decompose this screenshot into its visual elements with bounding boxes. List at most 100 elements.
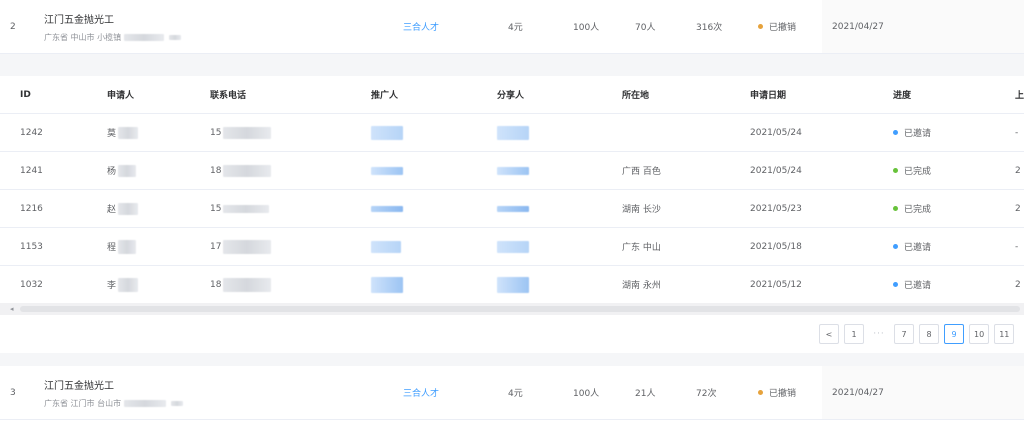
page-button-1[interactable]: 1	[844, 324, 864, 344]
applicant-date: 2021/05/24	[750, 127, 802, 138]
applicant-name: 杨	[107, 152, 137, 189]
job-status: 已撤销	[758, 366, 796, 419]
scroll-left-icon[interactable]: ◂	[10, 305, 14, 313]
applicant-id: 1241	[20, 165, 43, 176]
applicant-last: 2	[1015, 165, 1021, 176]
redacted-text	[169, 34, 182, 40]
redacted-promoter	[371, 166, 403, 175]
applicant-phone: 15	[210, 190, 270, 227]
redacted-promoter	[371, 205, 403, 212]
applicant-id: 1153	[20, 241, 43, 252]
pagination-ellipsis[interactable]: ···	[869, 329, 889, 339]
applicant-phone-text: 18	[210, 279, 222, 290]
page-button-10[interactable]: 10	[969, 324, 990, 344]
redacted-sharer	[497, 240, 529, 253]
redacted-text	[118, 126, 139, 139]
applicant-phone: 18	[210, 266, 272, 303]
applicant-progress: 已完成	[893, 190, 931, 227]
applicant-name-text: 程	[107, 243, 117, 253]
header-id: ID	[20, 89, 31, 100]
applicant-last: -	[1015, 127, 1019, 138]
expanded-applicants-panel: ID 申请人 联系电话 推广人 分享人 所在地 申请日期 进度 上 1242 莫…	[0, 54, 1024, 366]
prev-page-button[interactable]: <	[819, 324, 839, 344]
applicant-name-text: 李	[107, 281, 117, 291]
table-row[interactable]: 1241 杨 18 广西 百色 2021/05/24 已完成 2	[0, 152, 1024, 190]
job-address: 广东省 江门市 台山市	[44, 398, 184, 409]
page-button-9-current[interactable]: 9	[944, 324, 964, 344]
applicant-promoter	[371, 190, 403, 227]
job-title[interactable]: 江门五金抛光工	[44, 11, 114, 26]
applicant-location: 湖南 永州	[622, 281, 661, 291]
redacted-text	[223, 164, 272, 177]
progress-label: 已邀请	[904, 243, 932, 253]
applicant-phone: 15	[210, 114, 272, 151]
applicant-id: 1032	[20, 279, 43, 290]
applicant-progress: 已邀请	[893, 228, 931, 265]
job-row[interactable]: 2 江门五金抛光工 广东省 中山市 小榄镇 三合人才 4元 100人 70人 3…	[0, 0, 1024, 54]
status-label: 已撤销	[769, 23, 797, 33]
table-row[interactable]: 1216 赵 15 湖南 长沙 2021/05/23 已完成 2	[0, 190, 1024, 228]
table-row[interactable]: 1032 李 18 湖南 永州 2021/05/12 已邀请 2	[0, 266, 1024, 304]
applicant-location: 湖南 长沙	[622, 205, 661, 215]
applicant-sharer	[497, 266, 529, 303]
job-views: 316次	[696, 23, 723, 33]
applicant-name-text: 杨	[107, 167, 117, 177]
job-type-link[interactable]: 三合人才	[403, 0, 439, 53]
applicant-date: 2021/05/12	[750, 279, 802, 290]
job-price: 4元	[508, 389, 523, 399]
job-views: 72次	[696, 389, 717, 399]
status-dot-icon	[893, 168, 898, 173]
table-row[interactable]: 1242 莫 15 2021/05/24 已邀请 -	[0, 114, 1024, 152]
job-title[interactable]: 江门五金抛光工	[44, 377, 114, 392]
redacted-text	[118, 202, 139, 215]
header-phone: 联系电话	[210, 91, 247, 101]
job-date: 2021/04/27	[822, 366, 1024, 419]
redacted-sharer	[497, 125, 529, 140]
row-index: 3	[10, 387, 16, 398]
redacted-text	[223, 239, 272, 254]
applicant-promoter	[371, 266, 403, 303]
redacted-text	[171, 400, 184, 406]
progress-label: 已完成	[904, 167, 932, 177]
applicant-last: 2	[1015, 203, 1021, 214]
job-price: 4元	[508, 23, 523, 33]
applicant-phone: 18	[210, 152, 272, 189]
applicant-last: -	[1015, 241, 1019, 252]
applicant-date: 2021/05/24	[750, 165, 802, 176]
progress-label: 已完成	[904, 205, 932, 215]
redacted-sharer	[497, 166, 529, 175]
redacted-text	[223, 277, 272, 292]
job-type-link[interactable]: 三合人才	[403, 366, 439, 419]
job-applied: 21人	[635, 389, 656, 399]
job-status: 已撤销	[758, 0, 796, 53]
applicant-sharer	[497, 190, 529, 227]
applicant-id: 1242	[20, 127, 43, 138]
status-dot-icon	[893, 282, 898, 287]
job-title-block: 江门五金抛光工 广东省 江门市 台山市	[44, 366, 184, 419]
job-needed: 100人	[573, 389, 600, 399]
applicant-phone: 17	[210, 228, 272, 265]
page-button-8[interactable]: 8	[919, 324, 939, 344]
applicants-table: ID 申请人 联系电话 推广人 分享人 所在地 申请日期 进度 上 1242 莫…	[0, 76, 1024, 353]
applicant-sharer	[497, 228, 529, 265]
job-row[interactable]: 3 江门五金抛光工 广东省 江门市 台山市 三合人才 4元 100人 21人 7…	[0, 366, 1024, 420]
horizontal-scrollbar[interactable]: ◂	[0, 303, 1024, 315]
redacted-text	[223, 204, 270, 213]
applicant-id: 1216	[20, 203, 43, 214]
progress-label: 已邀请	[904, 281, 932, 291]
scrollbar-thumb[interactable]	[20, 306, 1020, 312]
applicant-phone-text: 15	[210, 127, 222, 138]
applicant-progress: 已完成	[893, 152, 931, 189]
status-dot-icon	[893, 244, 898, 249]
table-row[interactable]: 1153 程 17 广东 中山 2021/05/18 已邀请 -	[0, 228, 1024, 266]
page-button-11[interactable]: 11	[994, 324, 1015, 344]
applicant-location: 广西 百色	[622, 167, 661, 177]
row-index: 2	[10, 21, 16, 32]
job-title-block: 江门五金抛光工 广东省 中山市 小榄镇	[44, 0, 182, 53]
redacted-sharer	[497, 205, 529, 212]
applicant-last: 2	[1015, 279, 1021, 290]
page-button-7[interactable]: 7	[894, 324, 914, 344]
status-dot-icon	[893, 130, 898, 135]
applicant-sharer	[497, 114, 529, 151]
redacted-text	[118, 239, 137, 254]
